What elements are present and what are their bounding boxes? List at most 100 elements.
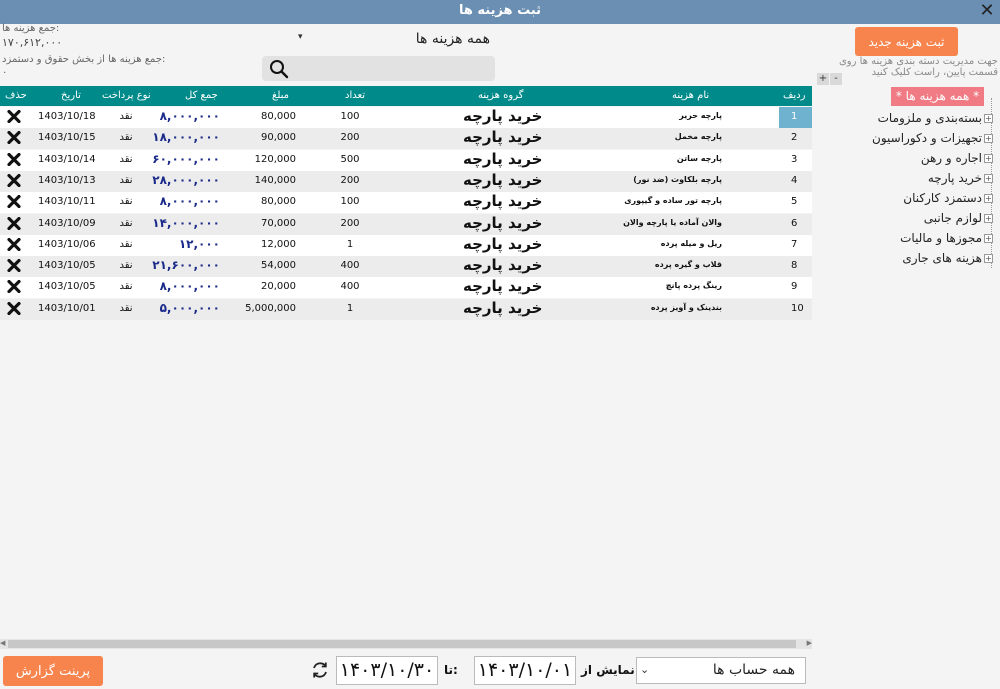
expense-total: ۱۲,۰۰۰ (178, 236, 220, 251)
expense-date: 1403/10/06 (38, 238, 96, 250)
expense-group: خرید پارچه (463, 256, 543, 275)
expense-amount: 5,000,000 (245, 302, 296, 314)
expense-total: ۲۱,۶۰۰,۰۰۰ (152, 258, 220, 273)
from-date-field[interactable]: ۱۴۰۳/۱۰/۰۱ (474, 656, 576, 685)
table-header: ردیف نام هزینه گروه هزینه تعداد مبلغ جمع… (0, 86, 812, 106)
salary-total-label: جمع هزینه ها از بخش حقوق و دستمزد: (2, 54, 166, 65)
row-index: 2 (791, 132, 798, 144)
delete-icon[interactable] (7, 237, 21, 254)
expense-name: بندینک و آویز پرده (650, 302, 722, 312)
row-index: 5 (791, 196, 798, 208)
to-date-field[interactable]: ۱۴۰۳/۱۰/۳۰ (336, 656, 438, 685)
row-index: 1 (779, 107, 812, 128)
delete-icon[interactable] (7, 109, 21, 126)
expense-group: خرید پارچه (463, 192, 543, 211)
horizontal-scrollbar[interactable]: ◀ ▶ (0, 639, 812, 649)
delete-icon[interactable] (7, 280, 21, 296)
tree-item[interactable]: بسته‌بندی و ملزومات (878, 108, 982, 128)
table-row[interactable]: 7 ریل و میله پرده خرید پارچه 1 12,000 ۱۲,۰۰۰ ن… (0, 234, 812, 256)
payment-type: نقد (119, 217, 133, 229)
search-icon (270, 60, 289, 79)
scroll-left-icon[interactable]: ◀ (0, 639, 5, 647)
table-row[interactable]: 4 پارچه بلکاوت (ضد نور) خرید پارچه 200 140,0… (0, 170, 812, 192)
expense-qty: 500 (340, 153, 360, 165)
tree-expand-icon[interactable]: + (984, 154, 993, 163)
tree-item[interactable]: هزینه های جاری (902, 248, 982, 268)
expense-qty: 100 (340, 196, 360, 208)
delete-icon[interactable] (7, 301, 21, 318)
scrollbar-thumb[interactable] (8, 640, 796, 648)
expense-total: ۱۸,۰۰۰,۰۰۰ (152, 130, 220, 145)
expense-group: خرید پارچه (463, 298, 543, 317)
new-expense-button[interactable]: ثبت هزینه جدید (855, 27, 958, 56)
from-date-label: نمایش از: (581, 663, 640, 677)
table-row[interactable]: 1 پارچه حریر خرید پارچه 100 80,000 ۸,۰۰۰,۰۰۰ ن… (0, 107, 812, 128)
expense-qty: 1 (346, 302, 354, 314)
tree-expand-icon[interactable]: + (984, 134, 993, 143)
expense-total: ۶۰,۰۰۰,۰۰۰ (152, 151, 220, 166)
tree-expand-icon[interactable]: + (984, 114, 993, 123)
expense-qty: 200 (340, 132, 360, 144)
expense-amount: 80,000 (261, 196, 296, 208)
tree-expand-icon[interactable]: + (984, 214, 993, 223)
header-idx: ردیف (783, 90, 806, 101)
expense-amount: 20,000 (261, 281, 296, 293)
chevron-down-icon: ⌄ (640, 663, 650, 676)
delete-icon[interactable] (7, 131, 21, 147)
tree-item[interactable]: دستمزد کارکنان (903, 188, 982, 208)
search-input[interactable] (262, 56, 495, 81)
close-icon[interactable]: ✕ (976, 0, 998, 24)
expense-name: پارچه تور ساده و گیپوری (624, 196, 722, 206)
header-pay: نوع پرداخت (102, 90, 151, 101)
tree-expand-icon[interactable]: + (984, 194, 993, 203)
to-date-label: تا: (444, 663, 458, 677)
scroll-right-icon[interactable]: ▶ (807, 639, 812, 647)
expense-qty: 1 (346, 238, 354, 250)
delete-icon[interactable] (7, 258, 21, 275)
payment-type: نقد (119, 174, 133, 186)
expand-all-button[interactable]: + (817, 73, 829, 85)
total-value: ۱۷۰,۶۱۲,۰۰۰ (2, 36, 63, 49)
table-row[interactable]: 9 رینگ پرده پانچ خرید پارچه 400 20,000 ۸,۰۰۰,… (0, 277, 812, 299)
tree-item-all[interactable]: * همه هزینه ها * (891, 87, 984, 106)
header-qty: تعداد (345, 90, 366, 101)
salary-total-value: ۰ (2, 67, 8, 78)
expense-qty: 200 (340, 174, 360, 186)
table-row[interactable]: 10 بندینک و آویز پرده خرید پارچه 1 5,000,000… (0, 298, 812, 320)
expense-date: 1403/10/05 (38, 260, 96, 272)
delete-icon[interactable] (7, 216, 21, 233)
tree-item[interactable]: مجوزها و مالیات (900, 228, 982, 248)
expense-amount: 120,000 (254, 153, 296, 165)
tree-expand-icon[interactable]: + (984, 254, 993, 263)
tree-item[interactable]: لوازم جانبی (924, 208, 982, 228)
expense-group: خرید پارچه (463, 128, 543, 147)
expense-date: 1403/10/11 (38, 196, 96, 208)
expense-table: ردیف نام هزینه گروه هزینه تعداد مبلغ جمع… (0, 86, 812, 638)
payment-type: نقد (119, 132, 133, 144)
account-select[interactable]: ⌄ همه حساب ها (636, 657, 806, 684)
category-filter-dropdown[interactable]: ▾ همه هزینه ها (296, 28, 495, 51)
collapse-all-button[interactable]: - (830, 73, 842, 85)
tree-item[interactable]: تجهیزات و دکوراسیون (872, 128, 982, 148)
tree-expand-icon[interactable]: + (984, 234, 993, 243)
delete-icon[interactable] (7, 195, 21, 211)
expense-amount: 80,000 (261, 111, 296, 122)
window-title: ثبت هزینه ها (458, 3, 542, 18)
expense-date: 1403/10/01 (38, 302, 96, 314)
delete-icon[interactable] (7, 173, 21, 190)
print-report-button[interactable]: پرینت گزارش (3, 656, 103, 686)
refresh-icon[interactable] (310, 660, 330, 680)
tree-item[interactable]: اجاره و رهن (921, 148, 982, 168)
delete-icon[interactable] (7, 152, 21, 169)
tree-item[interactable]: خرید پارچه (928, 168, 982, 188)
expense-amount: 12,000 (261, 238, 296, 250)
payment-type: نقد (119, 260, 133, 272)
table-row[interactable]: 8 قلاب و گیره پرده خرید پارچه 400 54,000 ۲۱,۶… (0, 256, 812, 278)
table-row[interactable]: 2 پارچه مخمل خرید پارچه 200 90,000 ۱۸,۰۰۰,۰۰۰… (0, 128, 812, 150)
expense-qty: 100 (340, 111, 360, 122)
tree-expand-icon[interactable]: + (984, 174, 993, 183)
table-row[interactable]: 6 والان آماده یا پارچه والان خرید پارچه 200… (0, 213, 812, 235)
table-row[interactable]: 3 پارچه ساتن خرید پارچه 500 120,000 ۶۰,۰۰۰,۰۰… (0, 149, 812, 171)
row-index: 8 (791, 260, 798, 272)
table-row[interactable]: 5 پارچه تور ساده و گیپوری خرید پارچه 100 80,… (0, 192, 812, 214)
